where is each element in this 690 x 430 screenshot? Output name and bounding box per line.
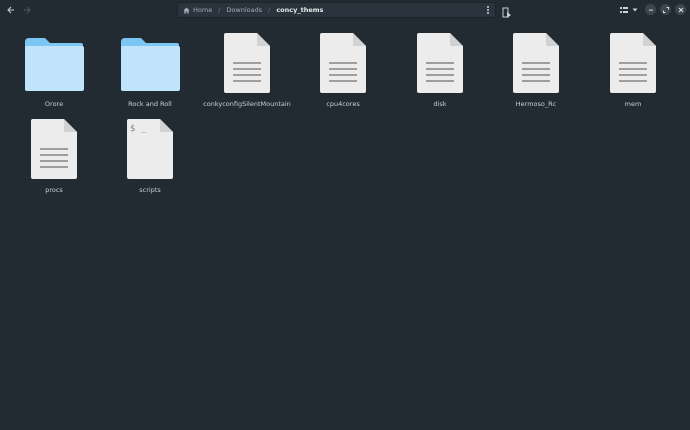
- file-item-cpu4cores[interactable]: cpu4cores: [295, 30, 391, 112]
- path-menu-button[interactable]: [484, 5, 492, 15]
- text-file-icon: [417, 33, 463, 93]
- arrow-left-icon: [7, 6, 14, 14]
- breadcrumb-label: concy_thems: [276, 6, 324, 14]
- bookmark-button[interactable]: [502, 4, 512, 18]
- file-name: disk: [433, 100, 447, 108]
- file-item-hermoso-rc[interactable]: Hermoso_Rc: [488, 30, 584, 112]
- file-item-procs[interactable]: procs: [6, 116, 102, 198]
- file-name: scripts: [139, 186, 161, 194]
- script-glyph: $ _: [130, 124, 147, 134]
- file-manager-window: Home / Downloads / concy_thems Orore Roc…: [0, 0, 690, 430]
- file-name: conkyconfigSilentMountain: [203, 100, 291, 108]
- text-file-icon: [513, 33, 559, 93]
- text-file-icon: [31, 119, 77, 179]
- text-file-icon: [610, 33, 656, 93]
- list-view-icon: [620, 7, 628, 13]
- forward-button[interactable]: [20, 3, 34, 17]
- header-bar: Home / Downloads / concy_thems: [0, 0, 690, 20]
- file-name: procs: [45, 186, 63, 194]
- bookmark-icon: [502, 7, 511, 18]
- view-toggle-button[interactable]: [619, 4, 629, 16]
- minimize-icon: [648, 9, 653, 11]
- file-item-orore[interactable]: Orore: [6, 30, 102, 112]
- file-item-rock-and-roll[interactable]: Rock and Roll: [102, 30, 198, 112]
- back-button[interactable]: [4, 3, 18, 17]
- text-file-icon: [224, 33, 270, 93]
- file-item-disk[interactable]: disk: [392, 30, 488, 112]
- text-file-icon: [320, 33, 366, 93]
- arrow-right-icon: [24, 6, 31, 14]
- home-icon: [183, 6, 190, 14]
- file-name: Hermoso_Rc: [515, 100, 557, 108]
- close-icon: [678, 7, 683, 12]
- vertical-dots-icon-dot: [487, 12, 489, 15]
- minimize-button[interactable]: [645, 4, 656, 15]
- vertical-dots-icon: [487, 5, 489, 8]
- maximize-button[interactable]: [660, 4, 671, 15]
- maximize-icon: [662, 6, 669, 13]
- file-name: cpu4cores: [326, 100, 360, 108]
- file-name: Rock and Roll: [128, 100, 172, 108]
- file-item-conkyconfigsilentmountain[interactable]: conkyconfigSilentMountain: [199, 30, 295, 112]
- file-name: Orore: [44, 100, 64, 108]
- breadcrumb-home[interactable]: Home: [178, 3, 217, 17]
- close-button[interactable]: [675, 4, 686, 15]
- file-item-scripts[interactable]: $ _ scripts: [102, 116, 198, 198]
- path-bar: Home / Downloads / concy_thems: [177, 2, 496, 18]
- folder-icon: [25, 38, 84, 91]
- vertical-dots-icon-dot: [487, 8, 489, 11]
- breadcrumb-current[interactable]: concy_thems: [271, 3, 328, 17]
- file-name: mem: [624, 100, 642, 108]
- breadcrumb-label: Home: [193, 6, 213, 14]
- breadcrumb-downloads[interactable]: Downloads: [221, 3, 267, 17]
- chevron-down-icon: [632, 8, 638, 12]
- folder-icon: [121, 38, 180, 91]
- breadcrumb-label: Downloads: [226, 6, 263, 14]
- view-options-dropdown[interactable]: [631, 4, 639, 16]
- file-item-mem[interactable]: mem: [585, 30, 681, 112]
